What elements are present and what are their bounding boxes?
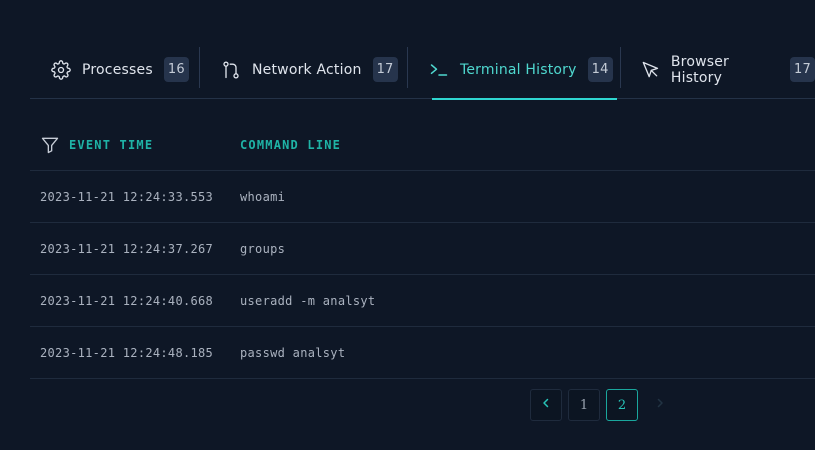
tab-label: Terminal History: [460, 61, 577, 78]
event-time-cell: 2023-11-21 12:24:40.668: [40, 293, 214, 308]
command-line-cell: passwd analsyt: [240, 345, 346, 360]
tab-label: Browser History: [670, 53, 730, 86]
table-row[interactable]: 2023-11-21 12:24:33.553 whoami: [30, 171, 815, 223]
chevron-right-icon: [654, 397, 666, 413]
page-button-1[interactable]: 1: [568, 389, 600, 421]
tab-processes[interactable]: Processes 16: [50, 40, 189, 99]
tab-divider: [199, 47, 200, 88]
count-badge: 17: [372, 57, 398, 82]
next-page-button[interactable]: [644, 389, 676, 421]
column-header-label: EVENT TIME: [69, 137, 154, 152]
count-badge: 17: [790, 57, 815, 82]
terminal-icon: [428, 59, 450, 81]
command-line-cell: whoami: [240, 189, 286, 204]
tab-network-action[interactable]: Network Action 17: [220, 40, 398, 99]
table-row[interactable]: 2023-11-21 12:24:48.185 passwd analsyt: [30, 327, 815, 379]
column-header-event-time[interactable]: EVENT TIME: [30, 135, 240, 155]
column-header-command-line[interactable]: COMMAND LINE: [240, 138, 341, 152]
tab-terminal-history[interactable]: Terminal History 14: [428, 40, 617, 100]
event-time-cell: 2023-11-21 12:24:33.553: [40, 189, 214, 204]
git-pull-icon: [220, 59, 242, 81]
count-badge: 14: [587, 57, 613, 82]
table-header: EVENT TIME COMMAND LINE: [30, 119, 815, 171]
table-row[interactable]: 2023-11-21 12:24:37.267 groups: [30, 223, 815, 275]
command-line-cell: groups: [240, 241, 286, 256]
previous-page-button[interactable]: [530, 389, 562, 421]
tab-bar: Processes 16 Network Action 17 Terminal …: [30, 40, 815, 100]
gear-icon: [50, 59, 72, 81]
event-time-cell: 2023-11-21 12:24:48.185: [40, 345, 214, 360]
tab-label: Processes: [82, 61, 153, 78]
pagination: 1 2: [530, 389, 682, 421]
active-tab-indicator: [432, 98, 617, 100]
tab-browser-history[interactable]: Browser History 17: [640, 40, 815, 99]
event-time-cell: 2023-11-21 12:24:37.267: [40, 241, 214, 256]
cursor-icon: [640, 59, 661, 81]
terminal-history-table: EVENT TIME COMMAND LINE 2023-11-21 12:24…: [30, 119, 815, 379]
count-badge: 16: [163, 57, 189, 82]
command-line-cell: useradd -m analsyt: [240, 293, 376, 308]
table-row[interactable]: 2023-11-21 12:24:40.668 useradd -m anals…: [30, 275, 815, 327]
chevron-left-icon: [540, 397, 552, 413]
page-button-2[interactable]: 2: [606, 389, 638, 421]
tab-divider: [620, 47, 621, 88]
filter-icon[interactable]: [40, 135, 60, 155]
tab-label: Network Action: [252, 61, 362, 78]
tab-divider: [407, 47, 408, 88]
